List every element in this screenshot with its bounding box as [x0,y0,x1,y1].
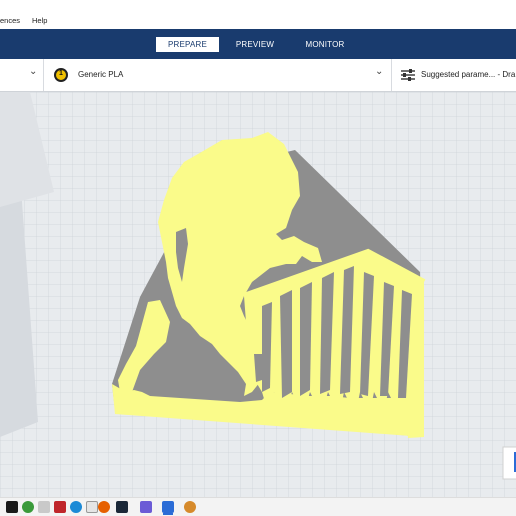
settings-bar: ⌄ 1 Generic PLA ⌄ Suggested parame... - … [0,59,516,92]
steam-icon[interactable] [116,501,128,513]
os-taskbar [0,497,516,516]
firefox-icon[interactable] [98,501,110,513]
material-selector[interactable]: 1 Generic PLA ⌄ [44,59,391,91]
material-label: Generic PLA [78,70,124,79]
chevron-down-icon: ⌄ [375,66,384,77]
edge-icon[interactable] [70,501,82,513]
calendar-icon[interactable] [86,501,98,513]
active-app-indicator [163,513,173,515]
print-settings-selector[interactable]: Suggested parame... - Dra [392,59,516,91]
controller-icon[interactable] [140,501,152,513]
viewport-3d[interactable] [0,92,516,497]
railing-gap [280,290,292,398]
menu-help[interactable]: Help [32,16,47,25]
build-plate-scene[interactable] [0,92,516,497]
tab-prepare[interactable]: PREPARE [156,37,219,52]
paint-icon[interactable] [184,501,196,513]
menu-preferences[interactable]: ences [0,16,20,25]
extruder-number: 1 [59,70,63,77]
stage-bar: PREPARE PREVIEW MONITOR [0,29,516,59]
print-profile-label: Suggested parame... - Dra [421,70,516,79]
settings-sliders-icon [401,69,415,81]
printer-selector[interactable]: ⌄ [0,59,43,91]
cura-icon[interactable] [162,501,174,513]
railing-gap [300,282,312,396]
chevron-down-icon: ⌄ [29,66,38,77]
tab-monitor[interactable]: MONITOR [296,37,354,52]
tab-preview[interactable]: PREVIEW [228,37,282,52]
start-icon[interactable] [6,501,18,513]
xbox-icon[interactable] [22,501,34,513]
app-icon[interactable] [38,501,50,513]
menu-bar: ences Help [0,0,516,29]
media-icon[interactable] [54,501,66,513]
